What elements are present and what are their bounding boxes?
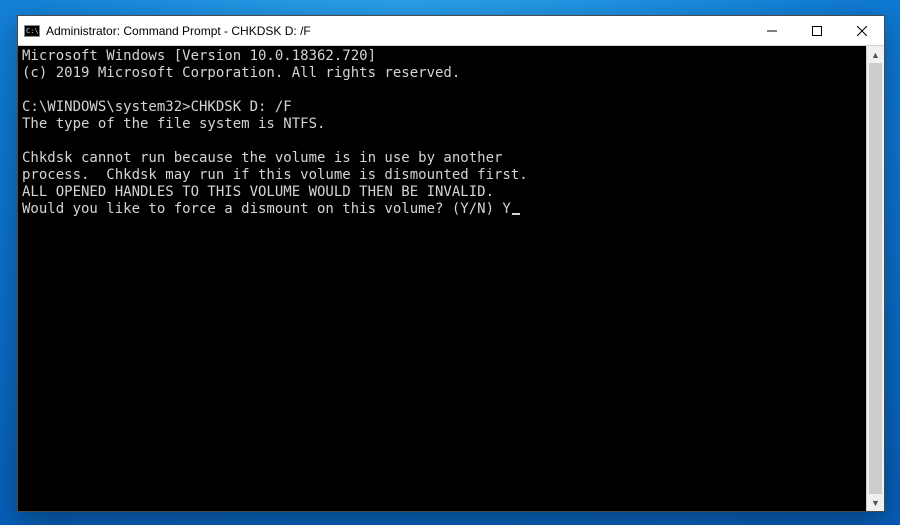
titlebar[interactable]: C:\ Administrator: Command Prompt - CHKD… (18, 16, 884, 46)
output-line: (c) 2019 Microsoft Corporation. All righ… (22, 65, 460, 81)
close-button[interactable] (839, 16, 884, 45)
output-line: The type of the file system is NTFS. (22, 116, 325, 132)
window-title: Administrator: Command Prompt - CHKDSK D… (46, 24, 749, 38)
cmd-icon: C:\ (24, 23, 40, 39)
text-cursor (512, 213, 520, 215)
terminal-output[interactable]: Microsoft Windows [Version 10.0.18362.72… (18, 46, 866, 511)
output-line: Microsoft Windows [Version 10.0.18362.72… (22, 48, 376, 64)
chevron-down-icon: ▼ (871, 498, 880, 508)
desktop-background: C:\ Administrator: Command Prompt - CHKD… (0, 0, 900, 525)
scroll-track[interactable] (867, 63, 884, 494)
svg-text:C:\: C:\ (26, 27, 39, 35)
window-controls (749, 16, 884, 45)
command-prompt-window: C:\ Administrator: Command Prompt - CHKD… (17, 15, 885, 512)
minimize-button[interactable] (749, 16, 794, 45)
output-line: C:\WINDOWS\system32>CHKDSK D: /F (22, 99, 292, 115)
output-line: ALL OPENED HANDLES TO THIS VOLUME WOULD … (22, 184, 494, 200)
chevron-up-icon: ▲ (871, 50, 880, 60)
output-line: Chkdsk cannot run because the volume is … (22, 150, 502, 166)
scroll-up-button[interactable]: ▲ (867, 46, 884, 63)
vertical-scrollbar[interactable]: ▲ ▼ (866, 46, 884, 511)
scroll-down-button[interactable]: ▼ (867, 494, 884, 511)
output-line: Would you like to force a dismount on th… (22, 201, 511, 217)
client-area: Microsoft Windows [Version 10.0.18362.72… (18, 46, 884, 511)
scroll-thumb[interactable] (869, 63, 882, 494)
maximize-button[interactable] (794, 16, 839, 45)
output-line: process. Chkdsk may run if this volume i… (22, 167, 528, 183)
